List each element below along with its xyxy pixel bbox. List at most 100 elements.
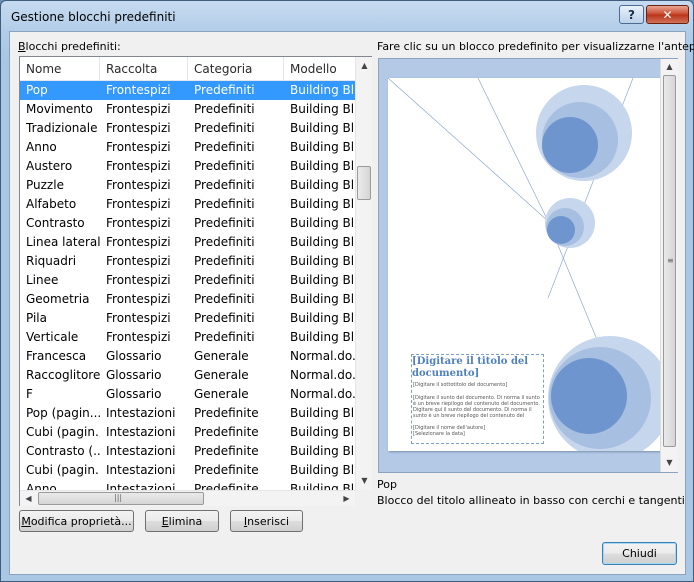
document-abstract-placeholder: [Digitare il sunto del documento. Di nor… xyxy=(413,395,540,419)
table-cell: Frontespizi xyxy=(106,292,171,306)
table-cell: Building Bl... xyxy=(290,463,355,477)
table-row[interactable]: Anno Frontespizi Predefiniti Building Bl... xyxy=(20,138,355,157)
table-cell: Building Bl... xyxy=(290,83,355,97)
table-cell: Predefiniti xyxy=(194,330,255,344)
table-row[interactable]: Pop Frontespizi Predefiniti Building Bl... xyxy=(20,81,355,100)
table-row[interactable]: Tradizionale Frontespizi Predefiniti Buildi… xyxy=(20,119,355,138)
table-row[interactable]: Linee Frontespizi Predefiniti Building Bl..… xyxy=(20,271,355,290)
table-row[interactable]: Francesca Glossario Generale Normal.do... xyxy=(20,347,355,366)
table-cell: Francesca xyxy=(26,349,87,363)
table-row[interactable]: Anno Intestazioni Predefinite Building Bl..… xyxy=(20,480,355,490)
table-cell: Building Bl... xyxy=(290,292,355,306)
table-cell: Predefiniti xyxy=(194,197,255,211)
table-row[interactable]: Cubi (pagin... Intestazioni Predefinite Bui… xyxy=(20,423,355,442)
table-row[interactable]: Contrasto Frontespizi Predefiniti Building … xyxy=(20,214,355,233)
title-bar[interactable]: Gestione blocchi predefiniti ? ✕ xyxy=(1,1,693,31)
table-cell: Normal.do... xyxy=(290,349,355,363)
table-row[interactable]: Austero Frontespizi Predefiniti Building Bl… xyxy=(20,157,355,176)
table-row[interactable]: Movimento Frontespizi Predefiniti Building … xyxy=(20,100,355,119)
table-cell: Frontespizi xyxy=(106,273,171,287)
table-cell: Predefinite xyxy=(194,482,259,490)
list-horizontal-scrollbar[interactable]: ◀ ||| ▶ xyxy=(20,490,355,506)
table-row[interactable]: Alfabeto Frontespizi Predefiniti Building B… xyxy=(20,195,355,214)
preview-label: Fare clic su un blocco predefinito per v… xyxy=(377,40,694,53)
building-blocks-list[interactable]: Nome Raccolta Categoria Modello Pop Front… xyxy=(19,56,372,506)
preview-scrollbar[interactable]: ▲ ≡ ▼ xyxy=(660,59,678,472)
table-cell: Predefiniti xyxy=(194,159,255,173)
modify-properties-button[interactable]: Modifica proprietà... xyxy=(19,510,134,532)
table-cell: Normal.do... xyxy=(290,387,355,401)
preview-scroll-up-icon[interactable]: ▲ xyxy=(662,59,677,74)
close-icon: ✕ xyxy=(662,7,673,22)
tangent-line-1 xyxy=(388,78,549,222)
table-cell: Glossario xyxy=(106,349,162,363)
table-row[interactable]: Raccoglitore Glossario Generale Normal.do..… xyxy=(20,366,355,385)
table-cell: Predefiniti xyxy=(194,121,255,135)
table-row[interactable]: Puzzle Frontespizi Predefiniti Building Bl.… xyxy=(20,176,355,195)
table-row[interactable]: Contrasto (... Intestazioni Predefinite Bui… xyxy=(20,442,355,461)
table-cell: Building Bl... xyxy=(290,254,355,268)
table-cell: Tradizionale xyxy=(26,121,98,135)
help-button[interactable]: ? xyxy=(619,5,644,24)
table-cell: Alfabeto xyxy=(26,197,77,211)
table-row[interactable]: Pop (pagin... Intestazioni Predefinite Buil… xyxy=(20,404,355,423)
table-cell: Frontespizi xyxy=(106,330,171,344)
dialog-window: Gestione blocchi predefiniti ? ✕ Blocchi… xyxy=(0,0,694,582)
close-button[interactable]: Chiudi xyxy=(602,542,677,565)
table-cell: Predefiniti xyxy=(194,254,255,268)
table-cell: Austero xyxy=(26,159,73,173)
table-cell: Building Bl... xyxy=(290,159,355,173)
table-cell: Building Bl... xyxy=(290,235,355,249)
insert-button[interactable]: Inserisci xyxy=(230,510,303,532)
document-date-placeholder: [Selezionare la data] xyxy=(413,431,465,437)
table-row[interactable]: Linea laterale Frontespizi Predefiniti Buil… xyxy=(20,233,355,252)
table-cell: Predefinite xyxy=(194,463,259,477)
scroll-corner xyxy=(355,490,372,506)
delete-button[interactable]: Elimina xyxy=(145,510,219,532)
column-header-name[interactable]: Nome xyxy=(20,57,100,81)
column-header-template[interactable]: Modello xyxy=(284,57,355,81)
scroll-left-icon[interactable]: ◀ xyxy=(21,491,36,506)
column-header-gallery[interactable]: Raccolta xyxy=(100,57,188,81)
column-header-category[interactable]: Categoria xyxy=(188,57,284,81)
table-cell: Intestazioni xyxy=(106,425,176,439)
table-cell: Movimento xyxy=(26,102,93,116)
grip-icon: ≡ xyxy=(667,256,674,265)
table-row[interactable]: Pila Frontespizi Predefiniti Building Bl... xyxy=(20,309,355,328)
window-title: Gestione blocchi predefiniti xyxy=(11,10,176,24)
table-cell: Predefiniti xyxy=(194,311,255,325)
circle-small-inner xyxy=(547,216,575,244)
table-row[interactable]: Cubi (pagin... Intestazioni Predefinite Bui… xyxy=(20,461,355,480)
list-vertical-scrollbar[interactable]: ▲ ▼ xyxy=(355,57,372,490)
table-cell: Building Bl... xyxy=(290,197,355,211)
scroll-right-icon[interactable]: ▶ xyxy=(339,491,354,506)
scroll-up-icon[interactable]: ▲ xyxy=(357,58,372,73)
close-window-button[interactable]: ✕ xyxy=(646,5,689,24)
table-cell: Building Bl... xyxy=(290,330,355,344)
table-cell: Predefiniti xyxy=(194,235,255,249)
table-row[interactable]: Verticale Frontespizi Predefiniti Building … xyxy=(20,328,355,347)
table-cell: Verticale xyxy=(26,330,79,344)
table-cell: Riquadri xyxy=(26,254,77,268)
table-row[interactable]: Riquadri Frontespizi Predefiniti Building B… xyxy=(20,252,355,271)
table-cell: Frontespizi xyxy=(106,102,171,116)
table-cell: Building Bl... xyxy=(290,482,355,490)
preview-scroll-thumb[interactable]: ≡ xyxy=(663,75,676,447)
table-cell: Frontespizi xyxy=(106,159,171,173)
preview-scroll-down-icon[interactable]: ▼ xyxy=(662,455,677,470)
table-cell: Cubi (pagin... xyxy=(26,425,100,439)
table-cell: Intestazioni xyxy=(106,406,176,420)
table-row[interactable]: F Glossario Generale Normal.do... xyxy=(20,385,355,404)
list-horizontal-scroll-thumb[interactable]: ||| xyxy=(38,492,204,505)
table-cell: Contrasto xyxy=(26,216,85,230)
table-cell: Frontespizi xyxy=(106,121,171,135)
table-cell: Cubi (pagin... xyxy=(26,463,100,477)
selected-block-name: Pop xyxy=(377,478,397,491)
scroll-down-icon[interactable]: ▼ xyxy=(357,473,372,488)
table-row[interactable]: Geometria Frontespizi Predefiniti Building … xyxy=(20,290,355,309)
table-cell: Building Bl... xyxy=(290,121,355,135)
preview-page: [Digitare il titolo del documento] [Digi… xyxy=(388,78,660,451)
table-cell: Predefiniti xyxy=(194,292,255,306)
document-subtitle-placeholder: [Digitare il sottotitolo del documento] xyxy=(413,382,508,388)
list-vertical-scroll-thumb[interactable] xyxy=(357,166,371,200)
